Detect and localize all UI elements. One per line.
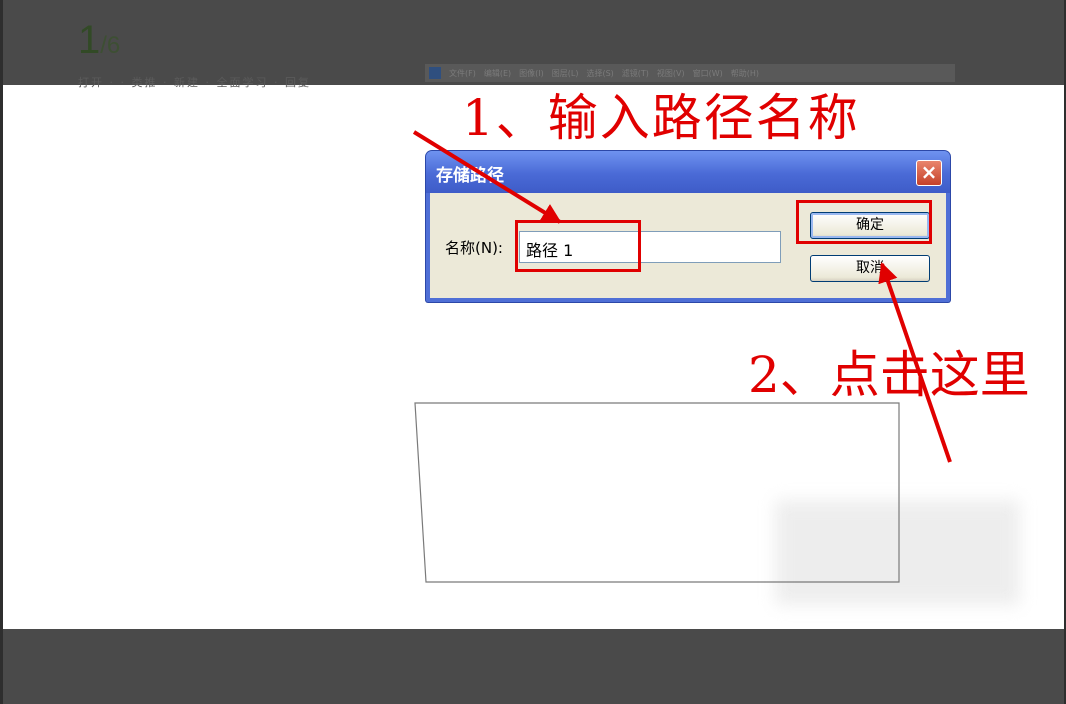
- path-shape: [414, 402, 900, 583]
- arrow-to-input: [412, 130, 562, 224]
- arrow-to-ok-button: [878, 262, 952, 463]
- annotation-overlay: [412, 130, 952, 583]
